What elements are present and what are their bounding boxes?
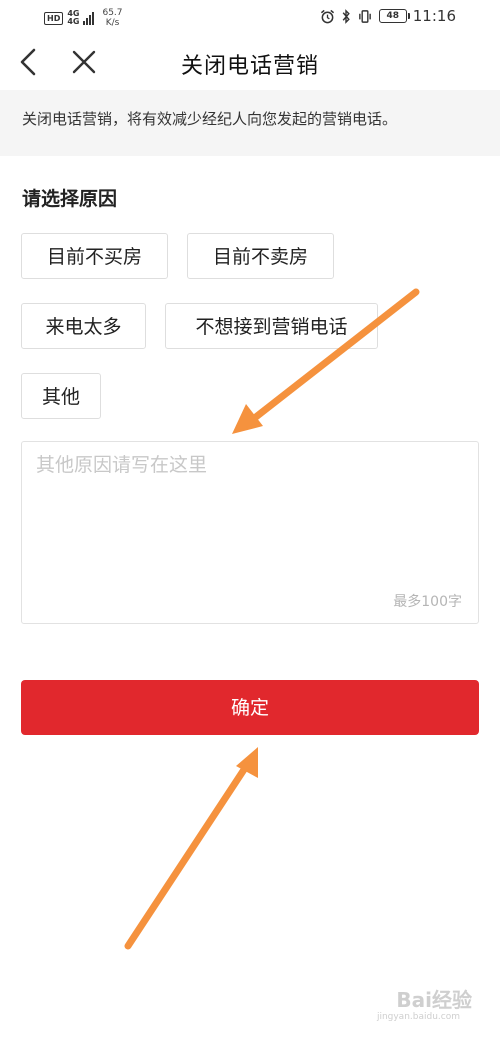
- vibrate-icon: [358, 9, 371, 23]
- signal-icon: [83, 11, 95, 25]
- reason-option-no-marketing-calls[interactable]: 不想接到营销电话: [165, 303, 378, 349]
- reason-option-not-selling[interactable]: 目前不卖房: [187, 233, 334, 279]
- notice-text: 关闭电话营销，将有效减少经纪人向您发起的营销电话。: [22, 110, 398, 128]
- bluetooth-icon: [342, 8, 350, 24]
- status-time: 11:16: [412, 7, 456, 25]
- alarm-icon: [320, 9, 334, 23]
- hd-icon: HD: [44, 11, 64, 25]
- nav-bar: 关闭电话营销: [0, 34, 500, 90]
- reason-section-title: 请选择原因: [22, 188, 118, 210]
- network-type-2: 4G: [67, 17, 80, 26]
- status-left: HD 4G 4G 65.7 K/s: [44, 8, 123, 28]
- watermark-logo: Bai经验: [396, 988, 472, 1012]
- page-title: 关闭电话营销: [180, 54, 319, 79]
- status-right: 48 11:16: [320, 7, 456, 25]
- battery-icon: 48: [378, 9, 410, 23]
- reason-option-other[interactable]: 其他: [21, 373, 101, 419]
- char-limit-hint: 最多100字: [393, 594, 462, 610]
- network-speed: 65.7 K/s: [102, 8, 122, 28]
- other-reason-input[interactable]: [22, 442, 478, 582]
- other-reason-box: 最多100字: [21, 441, 479, 624]
- notice-banner: 关闭电话营销，将有效减少经纪人向您发起的营销电话。: [0, 90, 500, 156]
- confirm-button[interactable]: 确定: [21, 680, 479, 735]
- annotation-arrow-down: [124, 747, 258, 950]
- speed-unit: K/s: [105, 18, 120, 28]
- network-type: 4G 4G: [67, 10, 79, 26]
- status-bar: HD 4G 4G 65.7 K/s 48 11:16: [0, 0, 500, 34]
- speed-value: 65.7: [102, 8, 123, 18]
- reason-option-not-buying[interactable]: 目前不买房: [21, 233, 168, 279]
- watermark-url: jingyan.baidu.com: [376, 1012, 460, 1022]
- reason-option-too-many-calls[interactable]: 来电太多: [21, 303, 146, 349]
